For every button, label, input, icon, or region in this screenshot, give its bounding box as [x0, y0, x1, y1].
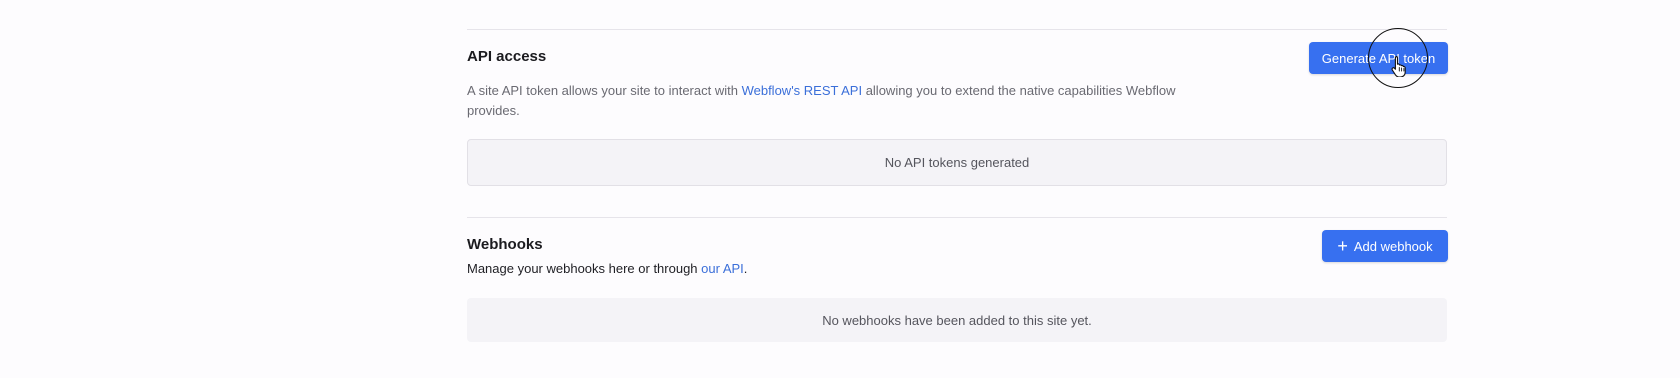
api-tokens-empty-state: No API tokens generated	[467, 139, 1447, 186]
webhooks-description-text: Manage your webhooks here or through	[467, 261, 702, 276]
webhooks-title: Webhooks	[467, 236, 543, 253]
plus-icon: +	[1337, 236, 1348, 256]
our-api-link[interactable]: our API	[701, 261, 744, 276]
webhooks-empty-state: No webhooks have been added to this site…	[467, 298, 1447, 342]
top-divider	[467, 29, 1447, 30]
rest-api-link[interactable]: Webflow's REST API	[742, 83, 863, 98]
api-access-title: API access	[467, 48, 547, 65]
webhooks-description: Manage your webhooks here or through our…	[467, 259, 1227, 279]
integrations-page: API access A site API token allows your …	[0, 0, 1680, 378]
add-webhook-button[interactable]: + Add webhook	[1322, 230, 1448, 262]
api-tokens-empty-message: No API tokens generated	[884, 155, 1030, 170]
webhooks-description-text-end: .	[743, 261, 748, 276]
add-webhook-label: Add webhook	[1353, 238, 1433, 254]
api-access-description: A site API token allows your site to int…	[467, 81, 1227, 120]
generate-api-token-button[interactable]: Generate API token	[1309, 42, 1448, 74]
generate-api-token-label: Generate API token	[1321, 50, 1436, 66]
api-access-description-text: A site API token allows your site to int…	[467, 83, 742, 98]
webhooks-empty-message: No webhooks have been added to this site…	[822, 312, 1092, 328]
section-divider	[467, 217, 1447, 218]
